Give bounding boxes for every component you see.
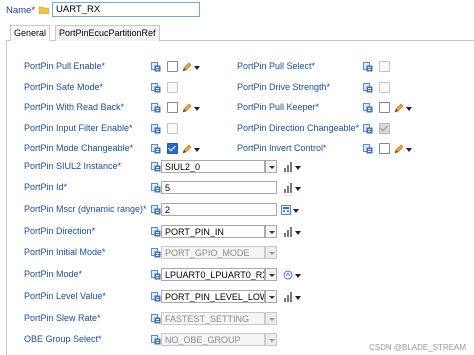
pencil-icon[interactable]: [182, 103, 192, 113]
folder-icon[interactable]: [39, 6, 49, 14]
tab-portpin-ecuc-partition-ref[interactable]: PortPinEcucPartitionRef: [55, 25, 160, 41]
left-row-checkbox[interactable]: [167, 61, 178, 72]
right-row-checkbox: [379, 61, 390, 72]
combo-dropdown-button: [265, 246, 277, 259]
config-source-icon[interactable]: [151, 162, 161, 172]
dropdown-arrow-icon[interactable]: [194, 66, 200, 70]
field-row-label: PortPin Direction*: [24, 226, 96, 236]
config-source-icon[interactable]: [151, 124, 161, 134]
right-row-label: PortPin Pull Select*: [237, 61, 316, 71]
name-label: Name*: [6, 5, 36, 16]
field-row-label: PortPin Slew Rate*: [24, 313, 101, 323]
right-row-checkbox[interactable]: [379, 102, 390, 113]
config-source-icon[interactable]: [151, 292, 161, 302]
config-source-icon[interactable]: [363, 83, 373, 93]
left-row-checkbox: [167, 123, 178, 134]
combo-dropdown-button[interactable]: [265, 225, 277, 238]
left-row-label: PortPin Pull Enable*: [24, 61, 106, 71]
pencil-icon[interactable]: [394, 144, 404, 154]
right-row-checkbox[interactable]: [379, 143, 390, 154]
config-source-icon[interactable]: [151, 270, 161, 280]
chart-icon[interactable]: [283, 162, 293, 172]
field-row-label: PortPin Mscr (dynamic range)*: [24, 204, 147, 214]
dropdown-arrow-icon[interactable]: [293, 209, 299, 213]
right-row-label: PortPin Drive Strength*: [237, 82, 331, 92]
config-source-icon[interactable]: [363, 124, 373, 134]
dropdown-arrow-icon[interactable]: [295, 296, 301, 300]
field-value[interactable]: LPUART0_LPUART0_RX: [161, 268, 265, 281]
combo-dropdown-button[interactable]: [265, 290, 277, 303]
field-value[interactable]: 5: [161, 181, 277, 194]
config-source-icon[interactable]: [151, 205, 161, 215]
chart-icon[interactable]: [283, 183, 293, 193]
config-source-icon[interactable]: [151, 227, 161, 237]
right-row-label: PortPin Invert Control*: [237, 143, 327, 153]
tab-general[interactable]: General: [10, 25, 51, 42]
config-source-icon[interactable]: [363, 103, 373, 113]
right-row-label: PortPin Pull Keeper*: [237, 102, 320, 112]
combo-dropdown-button[interactable]: [265, 268, 277, 281]
field-value: NO_OBE_GROUP: [161, 333, 265, 346]
function-icon[interactable]: [283, 270, 293, 280]
combo-dropdown-button[interactable]: [265, 160, 277, 173]
config-source-icon[interactable]: [151, 83, 161, 93]
pencil-icon[interactable]: [182, 62, 192, 72]
watermark: CSDN @BLADE_STREAM: [368, 343, 466, 352]
pencil-icon[interactable]: [394, 103, 404, 113]
left-row-checkbox[interactable]: [167, 143, 178, 154]
field-value: FASTEST_SETTING: [161, 312, 265, 325]
field-row-label: PortPin Initial Mode*: [24, 247, 106, 257]
chart-icon[interactable]: [283, 292, 293, 302]
config-source-icon[interactable]: [151, 62, 161, 72]
config-source-icon[interactable]: [151, 144, 161, 154]
field-row-label: OBE Group Select*: [24, 334, 102, 344]
right-row-checkbox: [379, 82, 390, 93]
field-value[interactable]: PORT_PIN_LEVEL_LOW: [161, 290, 265, 303]
field-value: PORT_GPIO_MODE: [161, 246, 265, 259]
left-row-checkbox: [167, 82, 178, 93]
left-row-checkbox[interactable]: [167, 102, 178, 113]
config-source-icon[interactable]: [363, 62, 373, 72]
field-value[interactable]: PORT_PIN_IN: [161, 225, 265, 238]
config-source-icon[interactable]: [363, 144, 373, 154]
left-row-label: PortPin Mode Changeable*: [24, 143, 134, 153]
dropdown-arrow-icon[interactable]: [406, 107, 412, 111]
dropdown-arrow-icon[interactable]: [194, 107, 200, 111]
left-row-label: PortPin Input Filter Enable*: [24, 123, 133, 133]
dropdown-arrow-icon[interactable]: [295, 166, 301, 170]
field-row-label: PortPin Level Value*: [24, 291, 106, 301]
dropdown-arrow-icon[interactable]: [295, 231, 301, 235]
calculator-icon[interactable]: [281, 205, 291, 215]
field-row-label: PortPin Id*: [24, 182, 68, 192]
left-row-label: PortPin With Read Back*: [24, 102, 125, 112]
field-row-label: PortPin SIUL2 Instance*: [24, 161, 122, 171]
config-source-icon[interactable]: [151, 335, 161, 345]
combo-dropdown-button: [265, 333, 277, 346]
chart-icon[interactable]: [283, 227, 293, 237]
config-source-icon[interactable]: [151, 248, 161, 258]
right-row-label: PortPin Direction Changeable*: [237, 123, 360, 133]
dropdown-arrow-icon[interactable]: [406, 148, 412, 152]
config-source-icon[interactable]: [151, 314, 161, 324]
pencil-icon[interactable]: [182, 144, 192, 154]
left-row-label: PortPin Safe Mode*: [24, 82, 104, 92]
dropdown-arrow-icon[interactable]: [295, 187, 301, 191]
name-input[interactable]: UART_RX: [52, 2, 200, 17]
dropdown-arrow-icon[interactable]: [295, 274, 301, 278]
dropdown-arrow-icon[interactable]: [194, 148, 200, 152]
right-row-checkbox: [379, 123, 390, 134]
config-source-icon[interactable]: [151, 183, 161, 193]
field-value[interactable]: SIUL2_0: [161, 160, 265, 173]
combo-dropdown-button: [265, 312, 277, 325]
field-row-label: PortPin Mode*: [24, 269, 83, 279]
field-value[interactable]: 2: [161, 203, 277, 216]
config-source-icon[interactable]: [151, 103, 161, 113]
